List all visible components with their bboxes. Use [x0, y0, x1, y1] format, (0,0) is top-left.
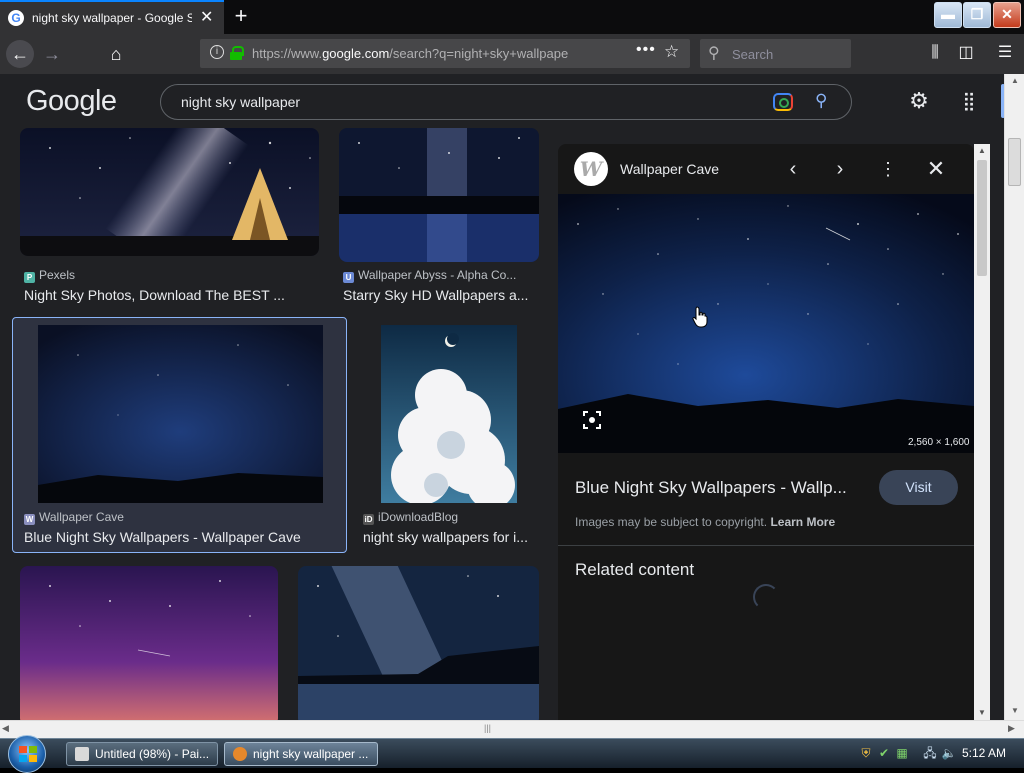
- learn-more-link[interactable]: Learn More: [770, 515, 835, 529]
- result-source[interactable]: iD iDownloadBlog: [363, 510, 535, 525]
- horizontal-scrollbar[interactable]: ◀ ||| ▶: [0, 720, 1024, 738]
- scroll-left-icon[interactable]: ◀: [2, 723, 9, 734]
- idownloadblog-favicon-icon: iD: [363, 514, 374, 525]
- related-content-heading: Related content: [575, 560, 695, 579]
- visual-search-icon[interactable]: [582, 410, 602, 430]
- info-icon[interactable]: i: [210, 45, 224, 59]
- hamburger-menu-icon[interactable]: ☰: [994, 42, 1016, 64]
- result-title[interactable]: Blue Night Sky Wallpapers - Wallpaper Ca…: [24, 529, 342, 545]
- back-button[interactable]: ←: [6, 40, 34, 68]
- result-title[interactable]: Starry Sky HD Wallpapers a...: [343, 287, 535, 303]
- tray-app-icon[interactable]: ▦: [894, 745, 910, 761]
- more-vert-icon[interactable]: ⋮: [873, 154, 903, 184]
- lock-icon[interactable]: [230, 46, 244, 60]
- preview-site-name[interactable]: Wallpaper Cave: [620, 161, 719, 177]
- search-submit-icon[interactable]: ⚲: [815, 91, 827, 111]
- windows-taskbar: Untitled (98%) - Pai... night sky wallpa…: [0, 735, 1024, 773]
- taskbar-clock[interactable]: 5:12 AM: [962, 746, 1006, 760]
- firefox-icon: [233, 747, 247, 761]
- network-icon[interactable]: 🖧: [922, 745, 938, 761]
- address-bar[interactable]: i https://www.google.com/search?q=night+…: [200, 39, 690, 68]
- scrollbar-thumb[interactable]: [977, 160, 987, 276]
- result-image-milky-way-teepee[interactable]: [20, 128, 319, 256]
- google-images-page: Google night sky wallpaper ⚲ ⚙ ⣿ P Pexel…: [0, 74, 1024, 720]
- close-icon[interactable]: ✕: [921, 154, 951, 184]
- google-search-box[interactable]: night sky wallpaper ⚲: [160, 84, 852, 120]
- result-image-milky-way-lake[interactable]: [298, 566, 539, 720]
- apps-grid-icon[interactable]: ⣿: [956, 88, 982, 114]
- scroll-down-icon[interactable]: ▼: [1005, 704, 1024, 718]
- security-shield-icon[interactable]: ⛨: [858, 745, 874, 761]
- pexels-favicon-icon: P: [24, 272, 35, 283]
- new-tab-button[interactable]: +: [230, 5, 252, 27]
- window-maximize-button[interactable]: ❐: [963, 2, 991, 28]
- scroll-up-icon[interactable]: ▲: [1005, 74, 1024, 88]
- wallpaper-abyss-favicon-icon: U: [343, 272, 354, 283]
- preview-image[interactable]: [558, 194, 974, 453]
- loading-spinner-icon: [753, 584, 779, 610]
- result-source[interactable]: W Wallpaper Cave: [24, 510, 324, 525]
- tray-app-icon[interactable]: ✔: [876, 745, 892, 761]
- page-actions-icon[interactable]: •••: [636, 41, 656, 59]
- visit-button[interactable]: Visit: [879, 470, 958, 505]
- result-title[interactable]: Night Sky Photos, Download The BEST ...: [24, 287, 314, 303]
- google-lens-icon[interactable]: [773, 93, 793, 111]
- volume-muted-icon[interactable]: 🔈: [941, 745, 957, 761]
- browser-search-box[interactable]: ⚲ Search: [700, 39, 851, 68]
- start-button[interactable]: [8, 735, 46, 773]
- window-close-button[interactable]: ✕: [993, 2, 1021, 28]
- chevron-right-icon[interactable]: ›: [825, 154, 855, 184]
- hand-cursor-icon: [692, 306, 708, 328]
- taskbar-item-paint[interactable]: Untitled (98%) - Pai...: [66, 742, 218, 766]
- result-image-blue-night-sky[interactable]: [38, 325, 323, 503]
- google-logo[interactable]: Google: [26, 85, 117, 118]
- url-text[interactable]: https://www.google.com/search?q=night+sk…: [252, 46, 598, 62]
- chevron-left-icon[interactable]: ‹: [778, 154, 808, 184]
- scrollbar-thumb[interactable]: [1008, 138, 1021, 186]
- tab-title: night sky wallpaper - Google Se: [32, 11, 192, 25]
- bookmark-star-icon[interactable]: ☆: [664, 42, 679, 62]
- result-image-cloud-moon[interactable]: [381, 325, 517, 503]
- taskbar-item-browser[interactable]: night sky wallpaper ...: [224, 742, 378, 766]
- image-dimensions: 2,560 × 1,600: [908, 437, 970, 448]
- result-source[interactable]: P Pexels: [24, 268, 314, 283]
- tab-strip: G night sky wallpaper - Google Se ✕ + ▬ …: [0, 0, 1024, 34]
- preview-scrollbar[interactable]: ▲ ▼: [974, 144, 990, 720]
- browser-tab-active[interactable]: G night sky wallpaper - Google Se ✕: [0, 0, 224, 34]
- result-source[interactable]: U Wallpaper Abyss - Alpha Co...: [343, 268, 535, 283]
- wallpaper-cave-logo[interactable]: W: [574, 152, 608, 186]
- scrollbar-grip[interactable]: |||: [484, 723, 491, 733]
- forward-button[interactable]: →: [38, 40, 66, 68]
- result-image-starry-lake[interactable]: [339, 128, 539, 262]
- google-favicon-icon: G: [8, 10, 24, 26]
- scroll-right-icon[interactable]: ▶: [1008, 723, 1015, 734]
- divider: [558, 545, 974, 546]
- image-preview-panel: W Wallpaper Cave ‹ › ⋮ ✕ 2,560 × 1,600 B…: [558, 144, 974, 720]
- settings-gear-icon[interactable]: ⚙: [906, 88, 932, 114]
- page-scrollbar[interactable]: ▲ ▼: [1004, 74, 1024, 720]
- library-icon[interactable]: ⫼: [924, 42, 946, 64]
- search-placeholder: Search: [732, 47, 774, 62]
- wallpaper-cave-favicon-icon: W: [24, 514, 35, 525]
- home-button[interactable]: ⌂: [102, 40, 130, 68]
- scroll-down-icon[interactable]: ▼: [974, 706, 990, 720]
- preview-title[interactable]: Blue Night Sky Wallpapers - Wallp...: [575, 478, 865, 498]
- search-query[interactable]: night sky wallpaper: [181, 94, 300, 110]
- result-title[interactable]: night sky wallpapers for i...: [363, 529, 535, 545]
- copyright-note: Images may be subject to copyright. Lear…: [575, 515, 836, 529]
- sidebar-icon[interactable]: ◫: [955, 42, 977, 64]
- paint-app-icon: [75, 747, 89, 761]
- scroll-up-icon[interactable]: ▲: [974, 144, 990, 158]
- google-header: Google night sky wallpaper ⚲ ⚙ ⣿: [0, 74, 1004, 128]
- search-icon: ⚲: [708, 45, 720, 62]
- result-image-purple-sky[interactable]: [20, 566, 278, 720]
- tab-close-icon[interactable]: ✕: [200, 10, 213, 26]
- window-minimize-button[interactable]: ▬: [934, 2, 962, 28]
- windows-logo-icon: [19, 746, 37, 762]
